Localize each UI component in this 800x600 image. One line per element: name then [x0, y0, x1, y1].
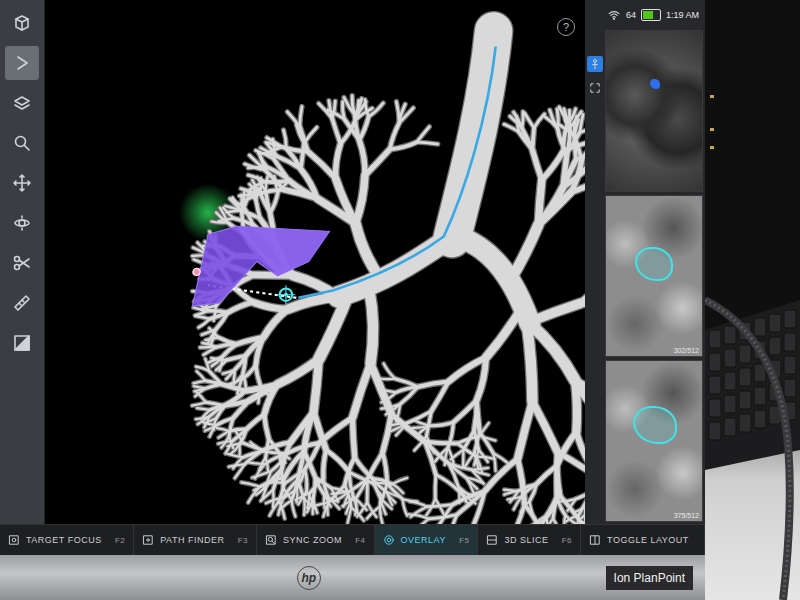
move-icon — [12, 173, 32, 193]
toolbar-button[interactable]: PATH FINDER F3 — [134, 525, 257, 555]
tool-button[interactable] — [5, 326, 39, 360]
right-panel: 64 1:19 AM 302/512 375/512 — [585, 0, 705, 524]
battery-fill — [643, 11, 653, 19]
target-icon — [8, 534, 20, 546]
scissors-icon — [12, 253, 32, 273]
rotate-icon — [12, 213, 32, 233]
slice-counter: 302/512 — [671, 345, 702, 356]
photo: ? 64 1:19 AM 302/512 375/512 TARGET FOCUS F… — [0, 0, 800, 600]
tool-button[interactable] — [5, 286, 39, 320]
toolbar-label: SYNC ZOOM — [283, 535, 342, 545]
shortcut-key: F3 — [238, 536, 248, 545]
tool-button[interactable] — [5, 166, 39, 200]
battery-icon — [641, 9, 661, 21]
sync-icon — [265, 534, 277, 546]
toolbar-label: 3D SLICE — [504, 535, 548, 545]
laptop: ? 64 1:19 AM 302/512 375/512 TARGET FOCUS F… — [0, 0, 705, 600]
cube-icon — [12, 13, 32, 33]
wifi-icon — [607, 8, 621, 22]
shortcut-key: F6 — [562, 536, 572, 545]
toolbar-label: TARGET FOCUS — [26, 535, 102, 545]
hp-logo: hp — [297, 566, 321, 590]
slice-counter: 375/512 — [671, 510, 702, 521]
shortcut-key: F2 — [115, 536, 125, 545]
status-bar: 64 1:19 AM — [585, 0, 705, 30]
ruler-icon — [12, 293, 32, 313]
search-icon — [12, 133, 32, 153]
pointer-icon — [12, 53, 32, 73]
toolbar-button[interactable]: TOGGLE LAYOUT — [581, 525, 705, 555]
ct-slice[interactable]: 302/512 — [605, 195, 703, 357]
path-icon — [142, 534, 154, 546]
lesion-outline — [635, 247, 673, 281]
screen: ? 64 1:19 AM 302/512 375/512 TARGET FOCUS F… — [0, 0, 705, 555]
ct-slice[interactable]: 375/512 — [605, 360, 703, 522]
laptop-bezel: hp Ion PlanPoint — [0, 555, 705, 600]
help-button[interactable]: ? — [557, 18, 575, 36]
frame-icon — [589, 82, 601, 94]
person-view-button[interactable] — [587, 56, 603, 72]
product-label: Ion PlanPoint — [606, 566, 693, 590]
layers-icon — [12, 93, 32, 113]
contrast-icon — [12, 333, 32, 353]
lesion-outline — [650, 79, 660, 89]
background-desk — [705, 0, 800, 600]
clock: 1:19 AM — [666, 10, 699, 20]
toolbar-button[interactable]: 3D SLICE F6 — [478, 525, 581, 555]
tool-button[interactable] — [5, 6, 39, 40]
toolbar-label: TOGGLE LAYOUT — [607, 535, 689, 545]
toolbar-button[interactable]: SYNC ZOOM F4 — [257, 525, 375, 555]
slice-area: 302/512 375/512 — [585, 30, 705, 524]
toolbar-button[interactable]: TARGET FOCUS F2 — [0, 525, 134, 555]
workspace: ? 64 1:19 AM 302/512 375/512 — [0, 0, 705, 524]
shortcut-key: F4 — [355, 536, 365, 545]
shortcut-key: F5 — [459, 536, 469, 545]
toolbar-button[interactable]: OVERLAY F5 — [375, 525, 479, 555]
overlay-icon — [383, 534, 395, 546]
slice-icon — [486, 534, 498, 546]
toolbar-label: PATH FINDER — [160, 535, 224, 545]
tool-button[interactable] — [5, 126, 39, 160]
airway-3d-view[interactable]: ? — [45, 0, 585, 524]
lesion-outline — [633, 406, 677, 444]
airway-tree[interactable] — [45, 0, 585, 524]
tool-button[interactable] — [5, 206, 39, 240]
tool-button[interactable] — [5, 86, 39, 120]
battery-percent: 64 — [626, 10, 636, 20]
view-controls — [585, 30, 605, 524]
fit-view-button[interactable] — [589, 80, 601, 98]
keyboard-and-cable — [705, 0, 800, 600]
tool-sidebar — [0, 0, 45, 524]
bottom-toolbar: TARGET FOCUS F2 PATH FINDER F3 SYNC ZOOM F4 OV… — [0, 524, 705, 555]
tool-button[interactable] — [5, 46, 39, 80]
layout-icon — [589, 534, 601, 546]
ct-slice[interactable] — [605, 30, 703, 192]
ct-slices: 302/512 375/512 — [605, 30, 705, 524]
tool-button[interactable] — [5, 246, 39, 280]
person-icon — [589, 58, 601, 70]
toolbar-label: OVERLAY — [401, 535, 446, 545]
